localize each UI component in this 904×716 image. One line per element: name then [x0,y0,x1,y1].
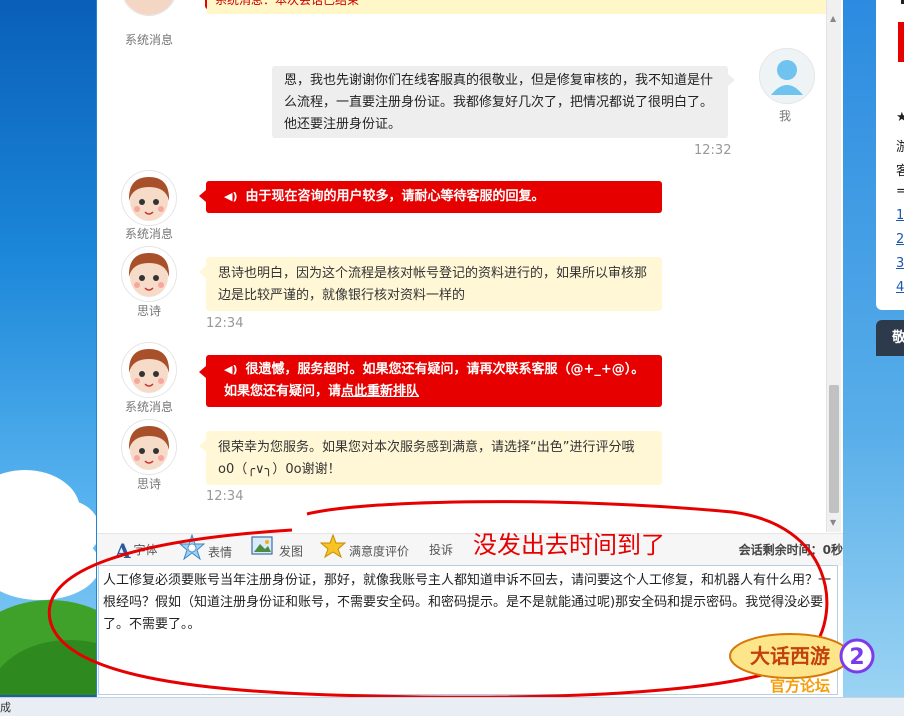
system-message-bubble: ◀) 由于现在咨询的用户较多，请耐心等待客服的回复。 [206,181,662,213]
message-time: 12:34 [206,489,244,504]
speaker-icon: ◀) [224,190,238,203]
system-message-bubble: ◀) 很遗憾，服务超时。如果您还有疑问，请再次联系客服（@+_+@）。 如果您还有… [206,355,662,407]
rating-label: 满意度评价 [349,544,410,559]
sender-name: 系统消息 [124,33,173,47]
sender-name: 思诗 [136,304,161,318]
message-list: 系统消息：本次会话已结束 系统消息 我 恩，我也先谢谢你们在线客服真的很敬业，但… [97,0,827,532]
svg-text:官方论坛: 官方论坛 [770,677,830,695]
scroll-up-icon[interactable]: ▲ [830,14,836,23]
message-text: 由于现在咨询的用户较多，请耐心等待客服的回复。 [245,189,545,204]
message-text: 很荣幸为您服务。如果您对本次服务感到满意，请选择“出色”进行评分哦o0（╭∨╮）… [218,440,635,477]
system-avatar [121,170,177,226]
system-avatar [121,342,177,398]
bubble-tail [199,266,206,278]
requeue-link[interactable]: 点此重新排队 [341,384,419,399]
message-text: 恩，我也先谢谢你们在线客服真的很敬业，但是修复审核的，我不知道是什么流程，一直要… [284,73,714,132]
side-panel-header: 敬 [876,320,904,356]
side-line: 游 [896,140,904,155]
font-button[interactable]: A 字体 [115,534,158,566]
bubble-tail [199,440,206,452]
side-link[interactable]: 3 [896,256,904,271]
annotation-text: 没发出去时间到了 [473,531,665,559]
session-time-remaining: 会话剩余时间：0秒 [738,543,843,557]
notice-text: 系统消息：本次会话已结束 [215,0,360,7]
side-line: 客 [896,164,904,179]
user-avatar [759,48,815,104]
bubble-tail [199,190,206,202]
side-link[interactable]: 4 [896,280,904,295]
speaker-icon: ◀) [224,363,238,376]
emoji-button[interactable]: 表情 [178,533,233,566]
status-text: 成 [0,701,11,714]
scroll-thumb[interactable] [829,385,839,513]
image-button[interactable]: 发图 [250,534,303,566]
agent-message-bubble: 思诗也明白，因为这个流程是核对帐号登记的资料进行的，如果所以审核那边是比较严谨的… [206,257,662,311]
sender-name: 系统消息 [124,400,173,414]
agent-avatar [121,246,177,302]
font-label: 字体 [133,543,158,557]
message-time: 12:32 [694,143,732,158]
sender-name: 系统消息 [124,227,173,241]
side-star: ★ [896,110,904,125]
side-link[interactable]: 1 [896,208,904,223]
sender-name: 思诗 [136,477,161,491]
image-label: 发图 [279,544,304,559]
agent-avatar [121,419,177,475]
message-text: 思诗也明白，因为这个流程是核对帐号登记的资料进行的，如果所以审核那边是比较严谨的… [218,266,648,303]
sender-name: 我 [778,109,791,123]
agent-message-bubble: 很荣幸为您服务。如果您对本次服务感到满意，请选择“出色”进行评分哦o0（╭∨╮）… [206,431,662,485]
side-link[interactable]: 2 [896,232,904,247]
side-line: = [896,184,904,199]
side-panel: ★ 游 客 = 1 2 3 4 [876,0,904,310]
message-input-text: 人工修复必须要账号当年注册身份证，那好，就像我账号主人都知道申诉不回去，请问要这… [103,573,832,632]
game-logo: 2 大话西游 官方论坛 xyq.netease.com [725,628,875,709]
bubble-tail [728,74,735,86]
svg-text:2: 2 [849,645,864,670]
background-left [0,0,96,715]
chat-window: 系统消息：本次会话已结束 系统消息 我 恩，我也先谢谢你们在线客服真的很敬业，但… [97,0,843,697]
rating-button[interactable]: 满意度评价 [319,533,410,566]
emoji-label: 表情 [208,545,233,560]
message-text: 很遗憾，服务超时。如果您还有疑问，请再次联系客服（@+_+@）。 如果您还有疑问… [224,362,645,399]
svg-text:大话西游: 大话西游 [750,644,830,668]
scroll-down-icon[interactable]: ▼ [830,518,836,527]
status-bar: 成 [0,697,904,716]
notice-strip: 系统消息：本次会话已结束 [207,0,827,14]
bubble-tail [199,366,206,378]
system-avatar [121,0,177,16]
complain-button[interactable]: 投诉 [429,534,453,566]
message-time: 12:34 [206,316,244,331]
font-icon: A [115,538,131,563]
user-message-bubble: 恩，我也先谢谢你们在线客服真的很敬业，但是修复审核的，我不知道是什么流程，一直要… [272,66,728,138]
chat-toolbar: A 字体 表情 发图 满意度评价 投诉 会话剩余时间：0秒 [97,533,843,566]
message-scrollbar[interactable]: ▲ ▼ [826,0,841,532]
